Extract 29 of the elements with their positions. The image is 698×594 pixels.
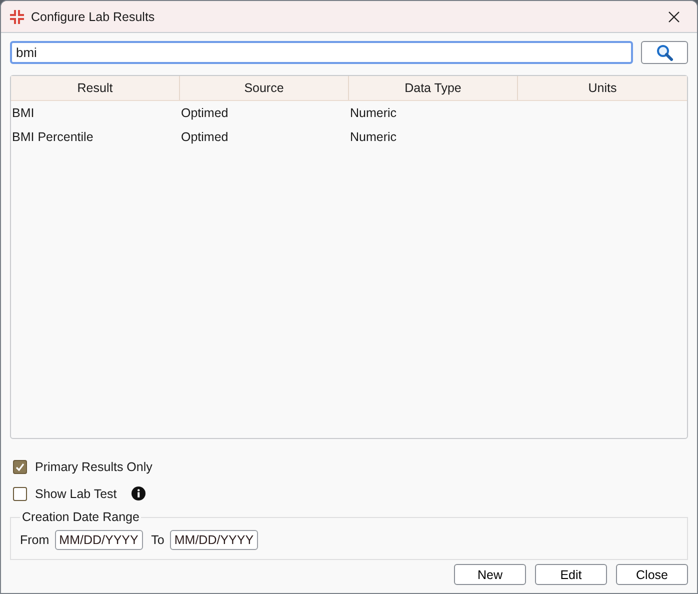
dialog-button[interactable]: Close bbox=[616, 564, 688, 585]
dialog-button[interactable]: Edit bbox=[535, 564, 607, 585]
from-date-field[interactable]: MM/DD/YYYY bbox=[55, 530, 144, 550]
to-label: To bbox=[151, 533, 164, 547]
close-icon bbox=[668, 10, 680, 22]
group-title: Creation Date Range bbox=[21, 510, 140, 524]
window-title: Configure Lab Results bbox=[31, 10, 156, 24]
column-header[interactable]: Units bbox=[518, 76, 687, 100]
column-header[interactable]: Result bbox=[11, 76, 180, 100]
column-header[interactable]: Data Type bbox=[349, 76, 518, 100]
app-logo-icon bbox=[9, 8, 25, 24]
to-date-field[interactable]: MM/DD/YYYY bbox=[170, 530, 258, 550]
search-field[interactable]: bmi bbox=[10, 41, 633, 64]
checkbox-label[interactable]: Primary Results Only bbox=[35, 460, 152, 474]
table-cell-text: BMI Percentile bbox=[11, 129, 94, 146]
search-button[interactable] bbox=[641, 41, 688, 64]
table-cell-text: Numeric bbox=[349, 129, 398, 146]
table-cell-text: BMI bbox=[11, 105, 36, 122]
column-header[interactable]: Source bbox=[180, 76, 349, 100]
table-cell-text: Optimed bbox=[180, 129, 230, 146]
dialog-button[interactable]: New bbox=[454, 564, 526, 585]
from-label: From bbox=[20, 533, 50, 547]
checkbox[interactable] bbox=[13, 486, 27, 500]
info-icon[interactable] bbox=[130, 486, 146, 501]
checkbox[interactable] bbox=[13, 460, 27, 474]
search-icon bbox=[656, 44, 673, 61]
checkbox-label[interactable]: Show Lab Test bbox=[35, 486, 117, 500]
table-cell-text: Optimed bbox=[180, 105, 230, 122]
table-cell-text: Numeric bbox=[349, 105, 398, 122]
